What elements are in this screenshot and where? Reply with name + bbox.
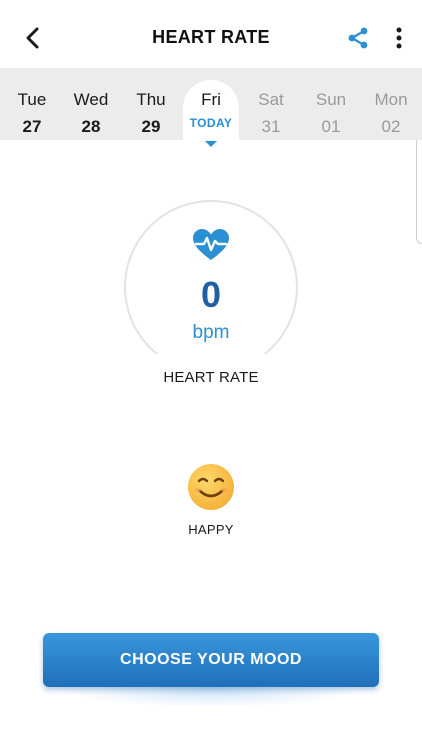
day-sun[interactable]: Sun 01	[303, 68, 359, 140]
today-label: TODAY	[189, 116, 233, 130]
day-name: Thu	[136, 90, 166, 109]
day-number: 27	[22, 117, 42, 136]
heart-rate-label: HEART RATE	[163, 369, 259, 386]
selected-day-caret-icon	[205, 141, 217, 147]
share-button[interactable]	[342, 22, 374, 54]
day-sat[interactable]: Sat 31	[243, 68, 299, 140]
happy-face-icon[interactable]	[186, 462, 236, 512]
day-number: 31	[261, 117, 281, 136]
share-icon	[348, 27, 368, 49]
day-name: Wed	[73, 90, 109, 109]
day-name: Sat	[258, 90, 284, 109]
day-name: Fri	[201, 90, 221, 109]
day-number: 28	[81, 117, 101, 136]
app-bar: HEART RATE	[0, 0, 422, 68]
heart-rate-unit: bpm	[192, 322, 230, 343]
more-vertical-icon	[396, 27, 402, 49]
day-number: 01	[321, 117, 341, 136]
day-wed[interactable]: Wed 28	[63, 68, 119, 140]
day-mon[interactable]: Mon 02	[363, 68, 419, 140]
day-name: Sun	[315, 90, 347, 109]
day-thu[interactable]: Thu 29	[123, 68, 179, 140]
day-name: Tue	[17, 90, 47, 109]
day-number: 02	[381, 117, 401, 136]
heart-rate-value: 0	[200, 274, 222, 315]
more-options-button[interactable]	[386, 22, 412, 54]
scroll-indicator	[416, 140, 422, 244]
heart-pulse-icon	[193, 229, 229, 260]
choose-mood-button[interactable]: CHOOSE YOUR MOOD	[43, 633, 379, 687]
mood-label: HAPPY	[188, 522, 234, 537]
day-number: 29	[141, 117, 161, 136]
day-tue[interactable]: Tue 27	[4, 68, 60, 140]
day-name: Mon	[374, 90, 408, 109]
